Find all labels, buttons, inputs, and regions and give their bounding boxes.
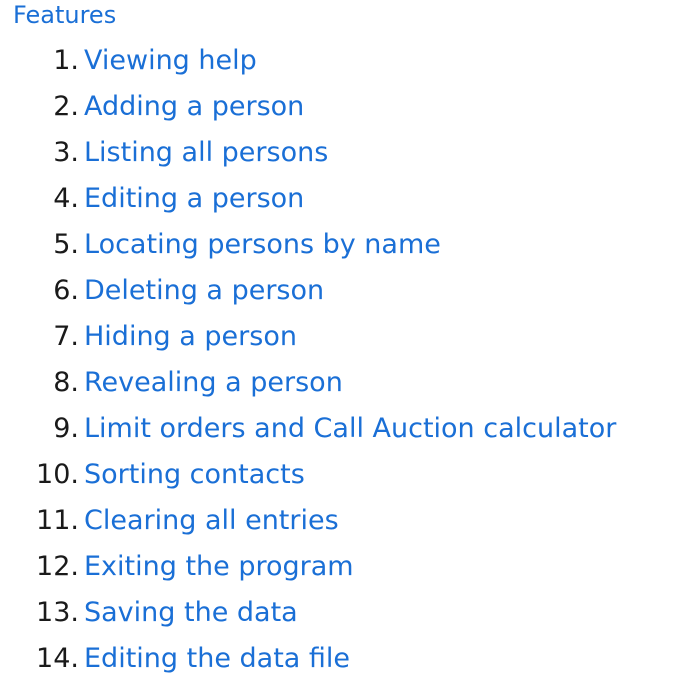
- list-item-number: 1.: [53, 45, 79, 76]
- list-item-number: 4.: [53, 183, 79, 214]
- toc-link-adding-a-person[interactable]: Adding a person: [84, 91, 304, 123]
- toc-link-clearing-all-entries[interactable]: Clearing all entries: [84, 505, 339, 537]
- list-item: 12. Exiting the program: [13, 551, 693, 597]
- toc-link-sorting-contacts[interactable]: Sorting contacts: [84, 459, 305, 491]
- list-item: 8. Revealing a person: [13, 367, 693, 413]
- list-item-number: 14.: [36, 643, 79, 674]
- toc-link-saving-the-data[interactable]: Saving the data: [84, 597, 298, 629]
- toc-link-exiting-the-program[interactable]: Exiting the program: [84, 551, 354, 583]
- list-item-number: 7.: [53, 321, 79, 352]
- list-item: 9. Limit orders and Call Auction calcula…: [13, 413, 693, 459]
- list-item-number: 11.: [36, 505, 79, 536]
- list-item: 3. Listing all persons: [13, 137, 693, 183]
- table-of-contents: Features 1. Viewing help 2. Adding a per…: [13, 0, 693, 689]
- list-item: 2. Adding a person: [13, 91, 693, 137]
- list-item-number: 10.: [36, 459, 79, 490]
- toc-link-limit-orders-call-auction[interactable]: Limit orders and Call Auction calculator: [84, 413, 616, 445]
- features-list: 1. Viewing help 2. Adding a person 3. Li…: [13, 45, 693, 689]
- list-item-number: 9.: [53, 413, 79, 444]
- list-item: 7. Hiding a person: [13, 321, 693, 367]
- list-item: 5. Locating persons by name: [13, 229, 693, 275]
- list-item: 6. Deleting a person: [13, 275, 693, 321]
- list-item: 14. Editing the data file: [13, 643, 693, 689]
- list-item-number: 8.: [53, 367, 79, 398]
- list-item-number: 13.: [36, 597, 79, 628]
- list-item-number: 6.: [53, 275, 79, 306]
- toc-link-hiding-a-person[interactable]: Hiding a person: [84, 321, 297, 353]
- list-item: 4. Editing a person: [13, 183, 693, 229]
- list-item: 10. Sorting contacts: [13, 459, 693, 505]
- list-item: 11. Clearing all entries: [13, 505, 693, 551]
- toc-link-viewing-help[interactable]: Viewing help: [84, 45, 257, 77]
- features-section-link[interactable]: Features: [13, 0, 693, 30]
- toc-link-editing-the-data-file[interactable]: Editing the data file: [84, 643, 350, 675]
- list-item-number: 3.: [53, 137, 79, 168]
- toc-link-revealing-a-person[interactable]: Revealing a person: [84, 367, 343, 399]
- list-item-number: 12.: [36, 551, 79, 582]
- list-item: 13. Saving the data: [13, 597, 693, 643]
- list-item-number: 5.: [53, 229, 79, 260]
- toc-link-editing-a-person[interactable]: Editing a person: [84, 183, 304, 215]
- list-item-number: 2.: [53, 91, 79, 122]
- toc-link-locating-persons-by-name[interactable]: Locating persons by name: [84, 229, 441, 261]
- toc-link-listing-all-persons[interactable]: Listing all persons: [84, 137, 328, 169]
- list-item: 1. Viewing help: [13, 45, 693, 91]
- toc-link-deleting-a-person[interactable]: Deleting a person: [84, 275, 324, 307]
